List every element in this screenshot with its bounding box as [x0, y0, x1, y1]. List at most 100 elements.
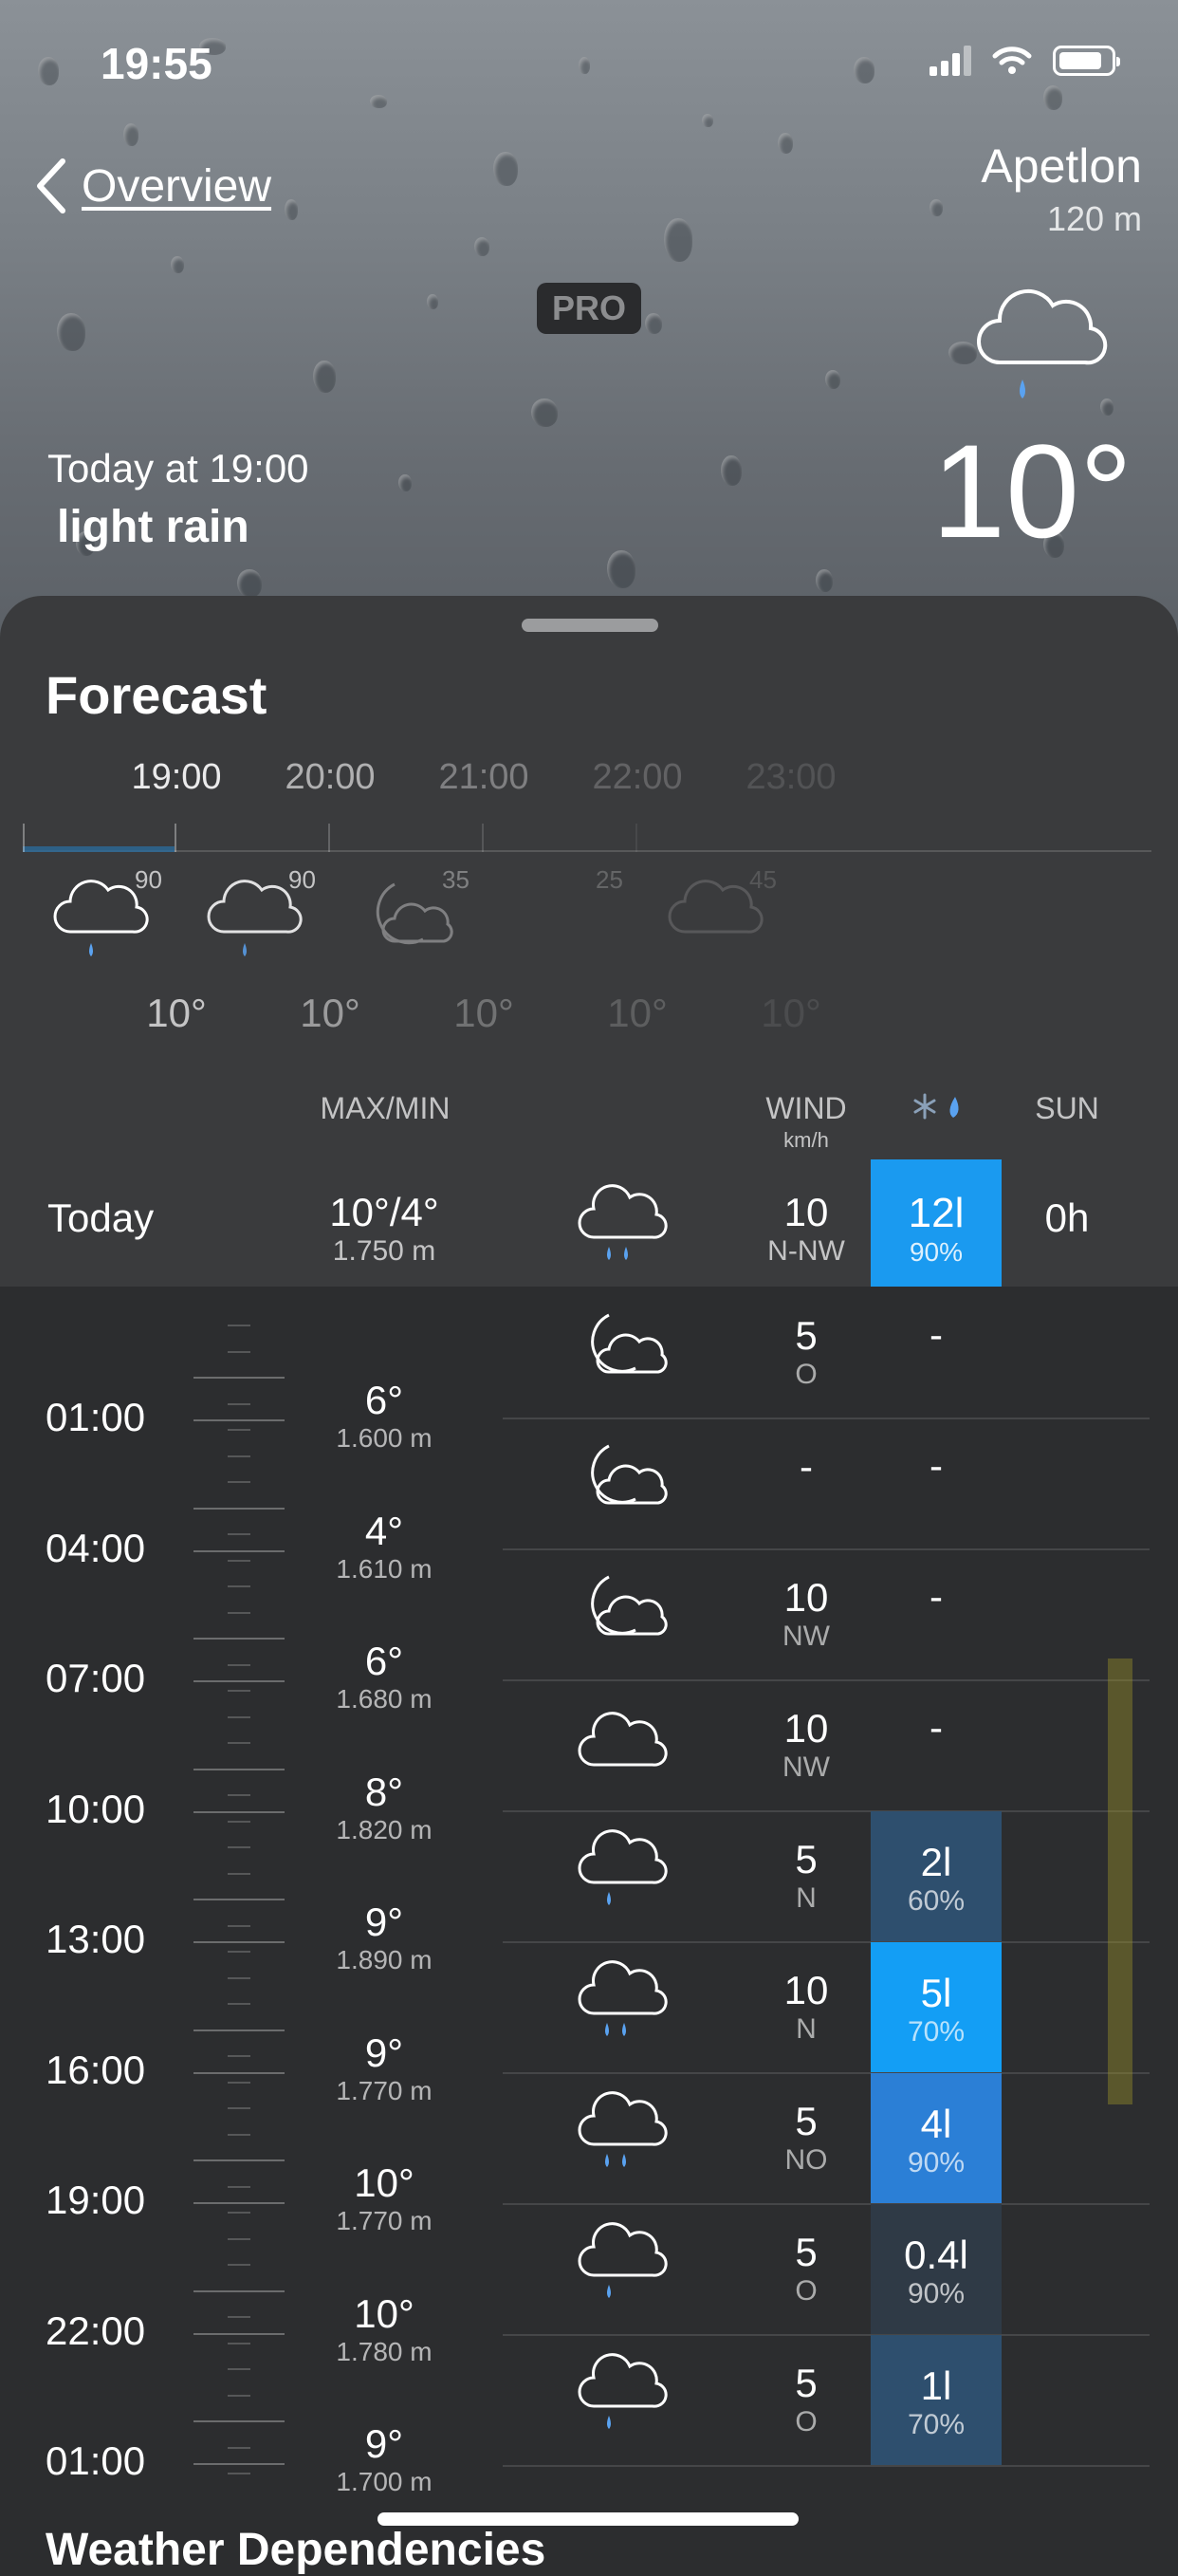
scale-tick	[228, 2237, 250, 2240]
raindrop	[370, 95, 387, 108]
cloud-rain-icon	[578, 2091, 668, 2167]
wind-speed: 5	[795, 2361, 818, 2405]
precip-cell: 5l 70%	[871, 1942, 1002, 2072]
temp-value: 4°	[364, 1508, 404, 1553]
wind-direction: O	[795, 2275, 818, 2307]
column-wind: WIND km/h	[749, 1091, 863, 1153]
row-divider	[503, 1548, 1150, 1550]
raindrop	[721, 455, 742, 486]
time-label: 13:00	[46, 1917, 146, 1961]
scale-tick	[228, 2133, 250, 2136]
hour-prob: 90	[135, 865, 162, 894]
scale-major-tick	[193, 2332, 285, 2335]
scale-major-tick	[193, 2071, 285, 2074]
status-bar: 19:55	[0, 38, 1178, 95]
scale-tick	[228, 1924, 250, 1927]
scale-major-tick	[193, 1419, 285, 1421]
row-divider	[503, 2465, 1150, 2467]
cloud-rain-icon	[578, 1960, 668, 2036]
scale-tick	[193, 2289, 285, 2292]
precip-prob: 90%	[907, 2147, 966, 2178]
scale-tick	[193, 2420, 285, 2422]
cloud-light-rain-icon	[578, 1829, 668, 1905]
scale-tick	[193, 1768, 285, 1770]
hour-prob: 45	[749, 865, 777, 894]
snowline-value: 1.610 m	[336, 1553, 433, 1584]
scale-tick	[193, 1377, 285, 1379]
cloud-light-rain-icon	[578, 2353, 668, 2429]
scale-tick	[228, 1846, 250, 1848]
today-snowline: 1.750 m	[332, 1235, 436, 1267]
precip-amount: 0.4l	[904, 2233, 968, 2277]
wind-cell: 10 NW	[749, 1706, 863, 1784]
time-label: 01:00	[46, 2438, 146, 2483]
scale-major-tick	[193, 2463, 285, 2465]
snowflake-rain-icon	[913, 1093, 959, 1120]
precip-amount: -	[930, 1705, 943, 1750]
wind-direction: O	[795, 2406, 818, 2437]
column-sun: SUN	[1035, 1091, 1099, 1125]
sheet-handle[interactable]	[522, 619, 658, 632]
scale-tick	[228, 1455, 250, 1457]
time-label: 04:00	[46, 1525, 146, 1570]
today-precip-prob: 90%	[909, 1237, 964, 1267]
scale-tick	[228, 1481, 250, 1483]
raindrop	[493, 152, 518, 186]
scale-major-tick	[193, 1680, 285, 1682]
row-divider	[503, 2334, 1150, 2336]
scale-tick	[228, 1611, 250, 1614]
raindrop	[825, 370, 840, 389]
cloud-light-rain-icon	[578, 2222, 668, 2298]
snowline-value: 1.780 m	[336, 2336, 433, 2366]
current-condition: light rain	[57, 502, 249, 552]
raindrop	[57, 313, 85, 351]
scale-tick	[228, 1325, 250, 1326]
scale-major-tick	[193, 2202, 285, 2204]
pro-badge[interactable]: PRO	[537, 283, 642, 334]
wind-cell: 5O	[749, 2230, 863, 2307]
raindrop	[474, 237, 489, 256]
hour-label: 20:00	[285, 757, 376, 797]
raindrop	[816, 569, 833, 592]
hour-prob: 35	[442, 865, 469, 894]
scale-tick	[228, 1715, 250, 1718]
temp-value: 8°	[364, 1769, 404, 1814]
temp-cell: 6° 1.680 m	[313, 1639, 455, 1714]
scale-tick	[228, 1872, 250, 1875]
column-precip	[907, 1091, 973, 1131]
today-precip-amount: 12l	[908, 1190, 965, 1236]
today-label: Today	[47, 1195, 155, 1240]
today-maxmin-temp: 10°/4°	[329, 1190, 439, 1234]
temp-value: 9°	[364, 1900, 404, 1944]
location-header: Apetlon 120 m	[981, 139, 1142, 239]
time-label: 19:00	[46, 2178, 146, 2222]
scale-major-tick	[193, 1549, 285, 1552]
row-divider	[503, 2072, 1150, 2074]
temp-cell: 9° 1.890 m	[313, 1900, 455, 1975]
current-time-label: Today at 19:00	[47, 446, 309, 491]
scale-major-tick	[193, 1810, 285, 1813]
moon-cloud-icon	[591, 1575, 668, 1636]
wind-direction: N	[796, 1882, 817, 1914]
precip-amount: -	[930, 1443, 943, 1488]
wind-direction: NW	[782, 1751, 830, 1783]
back-button[interactable]: Overview	[34, 158, 271, 214]
column-wind-label: WIND	[765, 1091, 847, 1125]
precip-cell: -	[871, 1418, 1002, 1548]
scale-major-tick	[193, 1941, 285, 1943]
precip-cell: -	[871, 1680, 1002, 1810]
temp-cell: 9° 1.770 m	[313, 2030, 455, 2106]
scale-tick	[228, 2394, 250, 2397]
column-wind-unit: km/h	[783, 1128, 829, 1152]
today-maxmin: 10°/4° 1.750 m	[285, 1190, 484, 1268]
status-time: 19:55	[101, 39, 212, 88]
hour-temp: 10°	[453, 991, 514, 1035]
home-indicator[interactable]	[377, 2512, 799, 2526]
scale-tick	[228, 1794, 250, 1796]
today-row[interactable]: Today 10°/4° 1.750 m 10 N-NW 12l 90% 0h	[0, 1159, 1178, 1287]
forecast-title: Forecast	[46, 665, 267, 725]
raindrop	[702, 114, 713, 127]
raindrop	[531, 398, 558, 427]
snowline-value: 1.770 m	[336, 2206, 433, 2235]
snowline-value: 1.700 m	[336, 2467, 433, 2496]
